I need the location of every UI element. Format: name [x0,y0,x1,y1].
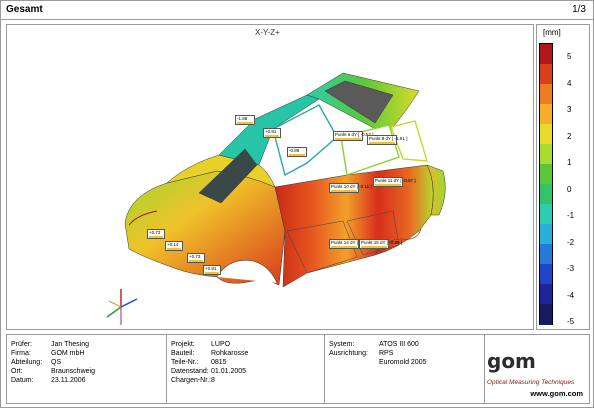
info-value: 0815 [211,359,227,366]
info-value: 01.01.2005 [211,368,247,375]
legend-tick-label: 3 [567,105,572,114]
deviation-callout[interactable]: Punkt 11 dY [ -0.67 ] [373,177,416,187]
legend-tick-label: -2 [567,237,575,247]
deviation-callout[interactable]: -0.89 [287,147,307,157]
legend-tick-label: -4 [567,290,575,300]
color-scale-segment [540,64,552,85]
callout-text: -1.88 [237,116,248,121]
color-scale-segment [540,124,552,145]
info-value: GOM mbH [51,350,85,357]
callout-text: Punkt 10 dY [ -0.11 ] [331,184,372,189]
legend-tick-label: 1 [567,158,572,167]
deviation-callout[interactable]: Punkt 14 dY [ -0.85 ] [329,239,372,249]
info-value: Jan Thesing [51,341,90,348]
info-column-project: Projekt: LUPO Bauteil: Rohkarosse Teile-Nr.:… [167,335,325,403]
info-value: ATOS III 600 [379,341,419,348]
deviation-callout[interactable]: +0.73 [187,253,205,263]
info-label: Prüfer: [11,341,33,348]
deviation-callout[interactable]: +0.14 [165,241,183,251]
info-label: Datenstand: [171,368,209,375]
color-scale-segment [540,244,552,265]
legend-tick-label: 0 [567,184,572,194]
logo-tagline: Optical Measuring Techniques [487,379,575,386]
legend-tick-label: 4 [567,78,572,88]
color-scale-bar [539,43,553,325]
color-scale-segment [540,104,552,125]
info-label: Abteilung: [11,359,43,366]
color-scale-segment [540,284,552,305]
legend-tick-label: 5 [567,52,572,61]
info-value: 23.11.2006 [51,377,86,384]
legend-tick-label: -1 [567,211,575,220]
info-value: Rohkarosse [211,350,249,357]
report-header: Gesamt 1/3 [0,0,594,20]
color-scale-segment [540,184,552,205]
color-scale-segment [540,304,552,325]
info-label: Chargen-Nr.: [171,377,212,384]
info-value: Braunschweig [51,368,95,375]
info-label: Projekt: [171,341,195,348]
deviation-callout[interactable]: Punkt 6 dY [ -0.57 ] [333,131,373,141]
info-table: Prüfer: Jan Thesing Firma: GOM mbH Abteilung… [6,334,590,404]
info-value: Euromold 2005 [379,359,427,366]
deviation-callout[interactable]: Punkt 10 dY [ -0.11 ] [329,183,372,193]
deviation-callout[interactable]: +0.81 [203,265,221,275]
callout-text: Punkt 11 dY [ -0.67 ] [375,178,416,183]
info-column-operator: Prüfer: Jan Thesing Firma: GOM mbH Abteilung… [7,335,167,403]
callout-text: +0.14 [167,242,179,247]
gom-logo: gom Optical Measuring Techniques www.gom… [483,343,583,399]
info-label: Ausrichtung: [329,350,368,357]
deviation-callout[interactable]: -1.88 [235,115,255,125]
info-label: Firma: [11,350,31,357]
callout-text: +0.81 [265,129,277,134]
info-label: System: [329,341,355,348]
color-scale-segment [540,264,552,285]
color-scale-legend: [mm] 5 4 3 2 1 0 -1 -2 -3 -4 -5 [536,24,590,330]
callout-text: +0.73 [189,254,201,259]
info-value: RPS [379,350,394,357]
logo-url: www.gom.com [530,389,583,398]
info-label: Teile-Nr.: [171,359,199,366]
deviation-callout[interactable]: +0.73 [147,229,165,239]
color-scale-segment [540,164,552,185]
color-scale-segment [540,224,552,245]
info-column-system: System: ATOS III 600 Ausrichtung: RPS Euromo… [325,335,485,403]
legend-tick-label: -3 [567,264,575,273]
callout-text: +0.73 [149,230,161,235]
legend-tick-label: -5 [567,317,575,326]
3d-view-panel[interactable]: X-Y-Z+ -1.88 +0.81 -0.89 Punkt 6 dY [-0… [6,24,534,330]
info-value: 8 [211,377,215,384]
callout-text: +0.81 [205,266,217,271]
info-value: LUPO [211,341,231,348]
callout-text: Punkt 8 dY [ -1.81 ] [369,136,408,141]
page-indicator: 1/3 [572,4,586,15]
color-scale-segment [540,44,552,65]
deviation-callout[interactable]: +0.81 [263,128,281,138]
logo-brand: gom [487,349,536,373]
info-label: Bauteil: [171,350,195,357]
callout-text: Punkt 15 dY [ -0.89 ] [361,240,402,245]
car-body-colormap[interactable] [7,25,534,330]
deviation-callout[interactable]: Punkt 8 dY [ -1.81 ] [367,135,407,145]
info-label: Ort: [11,368,23,375]
info-label: Datum: [11,377,34,384]
report-title: Gesamt [6,4,43,15]
color-scale-segment [540,144,552,165]
legend-unit: [mm] [543,28,561,37]
legend-tick-label: 2 [567,131,572,141]
color-scale-segment [540,84,552,105]
info-value: QS [51,359,62,366]
axis-triad-icon [106,289,138,325]
callout-text: -0.89 [289,148,300,153]
deviation-callout[interactable]: Punkt 15 dY [ -0.89 ] [359,239,402,249]
color-scale-segment [540,204,552,225]
